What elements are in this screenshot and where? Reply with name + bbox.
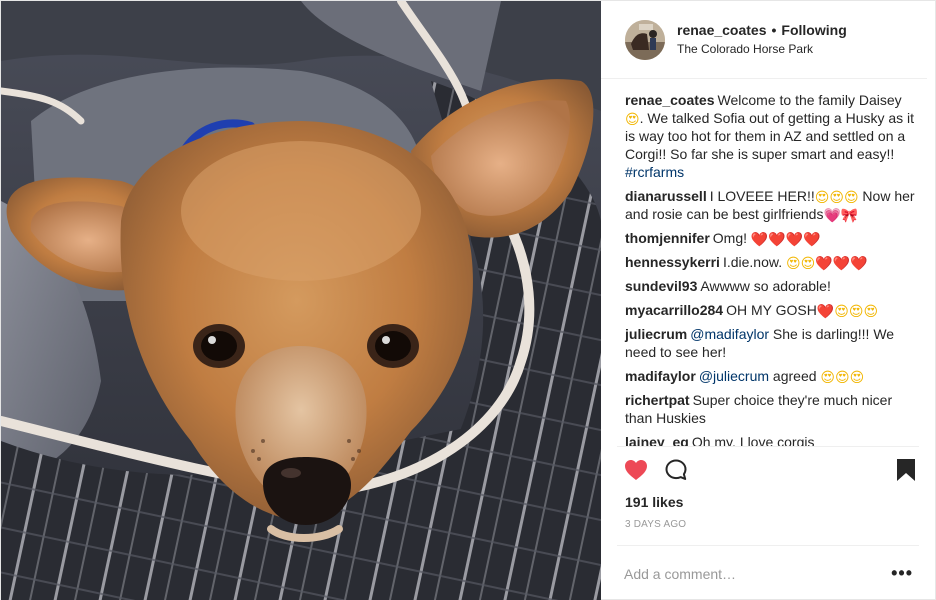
comment-username[interactable]: sundevil93	[625, 278, 697, 294]
smile-emoji-icon: 😍😍😍	[820, 370, 865, 386]
bookmark-filled-icon	[897, 459, 915, 481]
heart-filled-icon	[625, 460, 647, 480]
comment-item: juliecrum @madifaylor She is darling!!! W…	[625, 325, 915, 361]
smile-emoji-icon: 😍	[625, 112, 640, 128]
author-info: renae_coates • Following The Colorado Ho…	[677, 21, 847, 58]
comment-text: Awwww so adorable!	[700, 278, 831, 294]
smile-emoji-icon: 😍😍	[786, 256, 816, 272]
instagram-post: renae_coates • Following The Colorado Ho…	[0, 0, 936, 600]
comment-item: sundevil93 Awwww so adorable!	[625, 277, 915, 295]
post-footer: 191 likes 3 DAYS AGO	[617, 446, 919, 541]
comment-text: I.die.now.	[722, 254, 786, 270]
comment-button[interactable]	[663, 457, 689, 483]
comment-text: Omg!	[712, 230, 751, 246]
heart-emoji-icon: ❤️	[816, 304, 835, 320]
comments-list: renae_coates Welcome to the family Daisey…	[601, 79, 935, 446]
author-line: renae_coates • Following	[677, 21, 847, 39]
comment-item: thomjennifer Omg! ❤️❤️❤️❤️	[625, 229, 915, 247]
post-actions	[617, 447, 919, 493]
comment-item: lainey_eq Oh my, I love corgis	[625, 433, 915, 446]
add-comment-input[interactable]	[617, 565, 892, 582]
comment-username[interactable]: lainey_eq	[625, 434, 689, 446]
save-button[interactable]	[893, 457, 919, 483]
add-comment-bar: •••	[617, 545, 919, 600]
speech-bubble-icon	[665, 459, 687, 480]
comment-item: richertpat Super choice they're much nice…	[625, 391, 915, 427]
post-timestamp[interactable]: 3 DAYS AGO	[617, 511, 919, 541]
comment-username[interactable]: dianarussell	[625, 188, 707, 204]
comment-username[interactable]: myacarrillo284	[625, 302, 723, 318]
comment-hashtag-link[interactable]: #rcrfarms	[625, 164, 684, 180]
more-options-button[interactable]: •••	[891, 563, 919, 584]
comment-username[interactable]: thomjennifer	[625, 230, 710, 246]
heart-emoji-icon: ❤️❤️❤️	[815, 256, 868, 272]
comment-item: dianarussell I LOVEEE HER!!😍😍😍 Now her an…	[625, 187, 915, 223]
comment-text: Welcome to the family Daisey	[717, 92, 902, 108]
comment-text: OH MY GOSH	[726, 302, 817, 318]
pink-emoji-icon: 💗🎀	[823, 208, 859, 224]
comment-text: I LOVEEE HER!!	[709, 188, 815, 204]
puppy-in-dog-bed-image	[1, 1, 601, 600]
comment-text: . We talked Sofia out of getting a Husky…	[625, 110, 915, 162]
comment-text: Oh my, I love corgis	[691, 434, 815, 446]
comment-text: agreed	[769, 368, 821, 384]
heart-emoji-icon: ❤️❤️❤️❤️	[750, 232, 821, 248]
likes-count[interactable]: 191 likes	[617, 493, 919, 511]
comment-username[interactable]: renae_coates	[625, 92, 715, 108]
post-header: renae_coates • Following The Colorado Ho…	[601, 1, 927, 79]
following-button[interactable]: Following	[781, 21, 846, 39]
smile-emoji-icon: 😍😍😍	[834, 304, 879, 320]
comment-mention-link[interactable]: @madifaylor	[690, 326, 769, 342]
comment-item: madifaylor @juliecrum agreed 😍😍😍	[625, 367, 915, 385]
comment-item: hennessykerri I.die.now. 😍😍❤️❤️❤️	[625, 253, 915, 271]
post-details-panel: renae_coates • Following The Colorado Ho…	[601, 1, 935, 600]
post-photo[interactable]	[1, 1, 601, 600]
post-location[interactable]: The Colorado Horse Park	[677, 40, 847, 58]
separator-dot: •	[771, 22, 777, 38]
comment-username[interactable]: madifaylor	[625, 368, 696, 384]
smile-emoji-icon: 😍😍😍	[814, 190, 859, 206]
comment-item: myacarrillo284 OH MY GOSH❤️😍😍😍	[625, 301, 915, 319]
comment-username[interactable]: hennessykerri	[625, 254, 720, 270]
author-username[interactable]: renae_coates	[677, 21, 767, 39]
comment-item: renae_coates Welcome to the family Daisey…	[625, 91, 915, 181]
comment-mention-link[interactable]: @juliecrum	[699, 368, 769, 384]
comment-username[interactable]: juliecrum	[625, 326, 687, 342]
comment-username[interactable]: richertpat	[625, 392, 690, 408]
avatar-photo-icon	[625, 19, 665, 60]
like-button[interactable]	[623, 457, 649, 483]
author-avatar[interactable]	[625, 19, 665, 60]
